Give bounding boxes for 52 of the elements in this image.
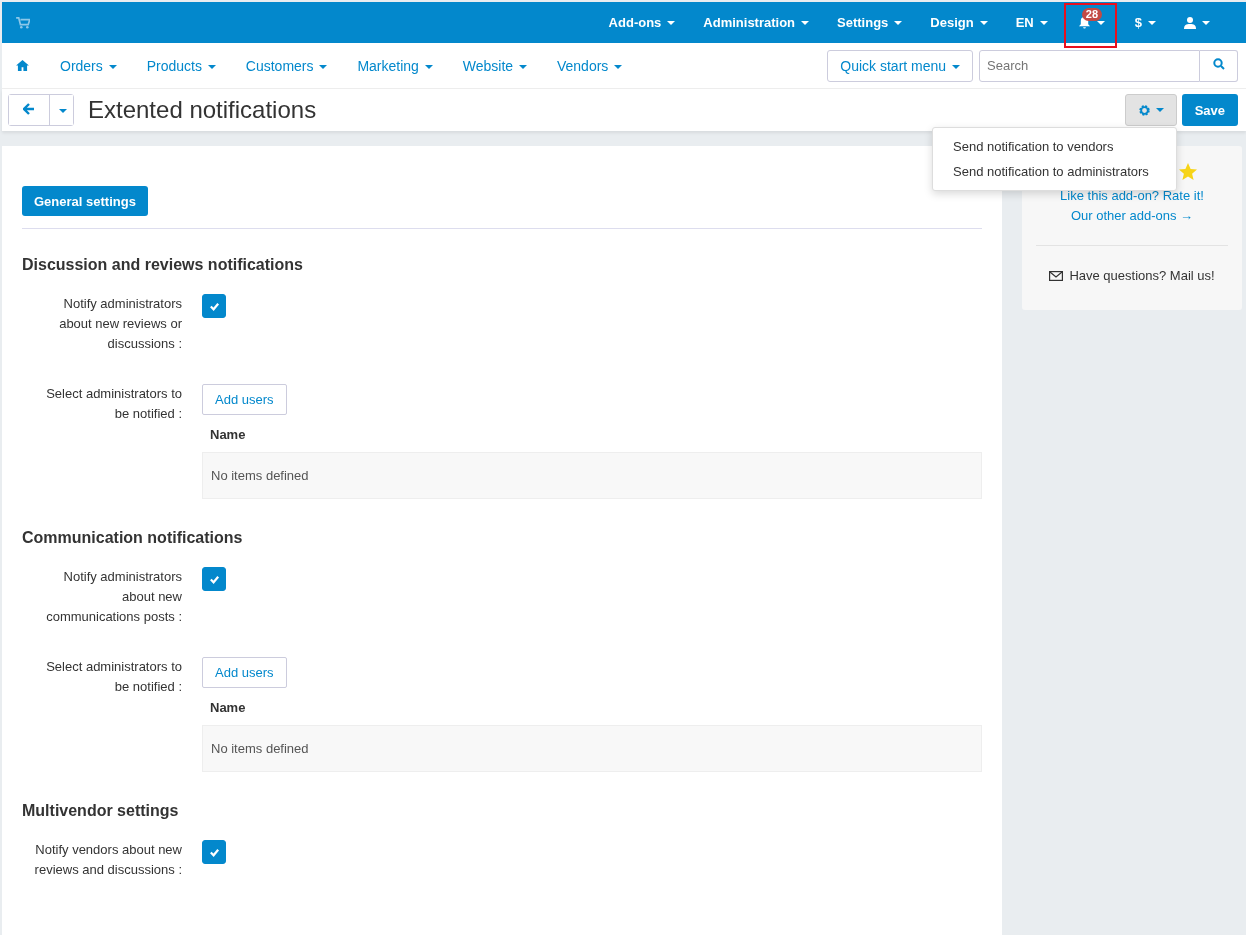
user-icon [1184,16,1196,29]
checkbox[interactable] [202,840,226,864]
settings-button[interactable] [1124,94,1177,126]
checkmark-icon [208,300,220,312]
column-header: Name [209,699,247,717]
nav-menu-item[interactable]: Products [131,57,231,74]
field-label: Select administrators to be notified : [45,658,182,696]
add-users-button[interactable]: Add users [202,657,287,688]
tab[interactable]: General settings [22,186,148,216]
empty-table-message: No items defined [202,452,982,499]
mail-us-text: Have questions? Mail us! [1069,268,1215,283]
nav-menu-item[interactable]: Customers [230,57,343,74]
star-icon [1178,162,1198,182]
checkbox[interactable] [202,294,226,318]
empty-table-message: No items defined [202,725,982,772]
section-heading: Communication notifications [22,529,244,547]
checkmark-icon [208,573,220,585]
envelope-icon [1049,270,1064,281]
top-menu-item[interactable]: Administration [689,2,824,43]
top-menu-item[interactable]: Settings [823,2,917,43]
nav-menu-item[interactable]: Marketing [342,57,448,74]
save-button[interactable]: Save [1181,94,1238,126]
field-label: Notify administrators about new reviews or discussions : [58,295,182,353]
field-label: Notify administrators about new communications posts : [45,568,182,626]
nav-menu-item[interactable]: Website [447,57,542,74]
nav-menu-item[interactable]: Vendors [542,57,638,74]
top-menu-item[interactable]: EN [1001,2,1062,43]
add-users-button[interactable]: Add users [202,384,287,415]
column-header: Name [209,426,247,444]
search-field[interactable]: Search [979,49,1200,82]
search-icon [1212,58,1225,70]
search-button[interactable] [1200,49,1238,82]
field-label: Select administrators to be notified : [45,385,182,423]
home-icon[interactable] [16,60,29,71]
nav-menu-item[interactable]: Orders [45,57,132,74]
top-menu-item[interactable]: Add-ons [594,2,690,43]
section-heading: Multivendor settings [22,802,180,820]
currency-menu[interactable]: $ [1120,2,1170,43]
menu-item[interactable]: Send notification to vendors [933,134,1176,159]
cart-icon[interactable] [16,16,30,29]
checkmark-icon [208,846,220,858]
menu-item[interactable]: Send notification to administrators [933,159,1176,184]
checkbox[interactable] [202,567,226,591]
page-title: Extented notifications [88,96,317,124]
arrow-left-icon [23,102,35,115]
other-addons-link[interactable]: Our other add-ons → [1070,206,1194,226]
quick-start-menu-button[interactable]: Quick start menu [827,49,973,82]
field-label: Notify vendors about new reviews and discussions : [33,841,182,879]
top-menu-item[interactable]: Design [916,2,1002,43]
notification-count-badge: 28 [1081,8,1102,21]
section-heading: Discussion and reviews notifications [22,256,304,274]
gear-icon [1137,103,1151,117]
